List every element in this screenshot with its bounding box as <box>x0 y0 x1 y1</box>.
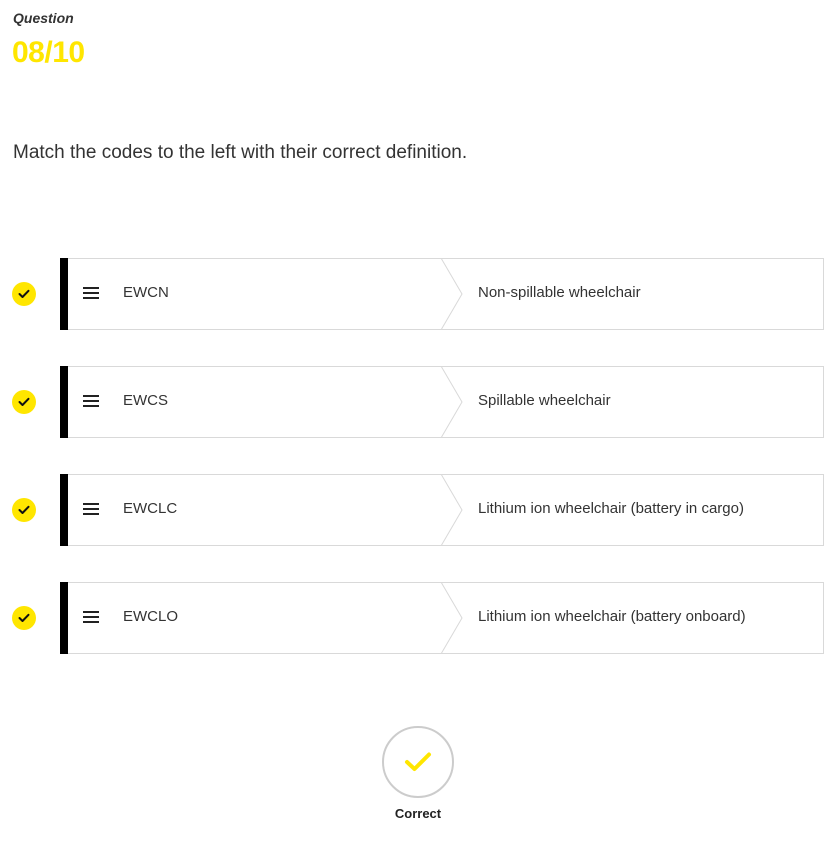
match-code: EWCN <box>123 284 169 301</box>
result-badge <box>382 726 454 798</box>
card-accent-bar <box>60 366 68 438</box>
result-label: Correct <box>394 806 442 821</box>
question-prompt: Match the codes to the left with their c… <box>13 142 468 163</box>
correct-check-icon <box>12 606 36 630</box>
match-definition: Lithium ion wheelchair (battery onboard) <box>478 608 746 625</box>
match-card[interactable]: EWCLO Lithium ion wheelchair (battery on… <box>60 582 824 654</box>
match-row: EWCN Non-spillable wheelchair <box>0 258 835 330</box>
match-code: EWCLO <box>123 608 179 625</box>
result-check-icon <box>405 752 431 771</box>
match-row: EWCS Spillable wheelchair <box>0 366 835 438</box>
drag-handle-icon[interactable] <box>83 502 99 516</box>
match-row: EWCLO Lithium ion wheelchair (battery on… <box>0 582 835 654</box>
drag-handle-icon[interactable] <box>83 286 99 300</box>
correct-check-icon <box>12 498 36 522</box>
question-counter: 08/10 <box>12 36 85 69</box>
match-code: EWCS <box>123 392 168 409</box>
match-card[interactable]: EWCLC Lithium ion wheelchair (battery in… <box>60 474 824 546</box>
correct-check-icon <box>12 390 36 414</box>
drag-handle-icon[interactable] <box>83 394 99 408</box>
match-definition: Non-spillable wheelchair <box>478 284 641 301</box>
chevron-divider <box>441 366 463 438</box>
card-accent-bar <box>60 582 68 654</box>
match-card[interactable]: EWCS Spillable wheelchair <box>60 366 824 438</box>
match-row: EWCLC Lithium ion wheelchair (battery in… <box>0 474 835 546</box>
match-definition: Spillable wheelchair <box>478 392 611 409</box>
drag-handle-icon[interactable] <box>83 610 99 624</box>
chevron-divider <box>441 474 463 546</box>
match-definition: Lithium ion wheelchair (battery in cargo… <box>478 500 744 517</box>
question-label: Question <box>13 10 74 26</box>
match-card[interactable]: EWCN Non-spillable wheelchair <box>60 258 824 330</box>
card-accent-bar <box>60 474 68 546</box>
chevron-divider <box>441 258 463 330</box>
match-code: EWCLC <box>123 500 178 517</box>
chevron-divider <box>441 582 463 654</box>
correct-check-icon <box>12 282 36 306</box>
card-accent-bar <box>60 258 68 330</box>
